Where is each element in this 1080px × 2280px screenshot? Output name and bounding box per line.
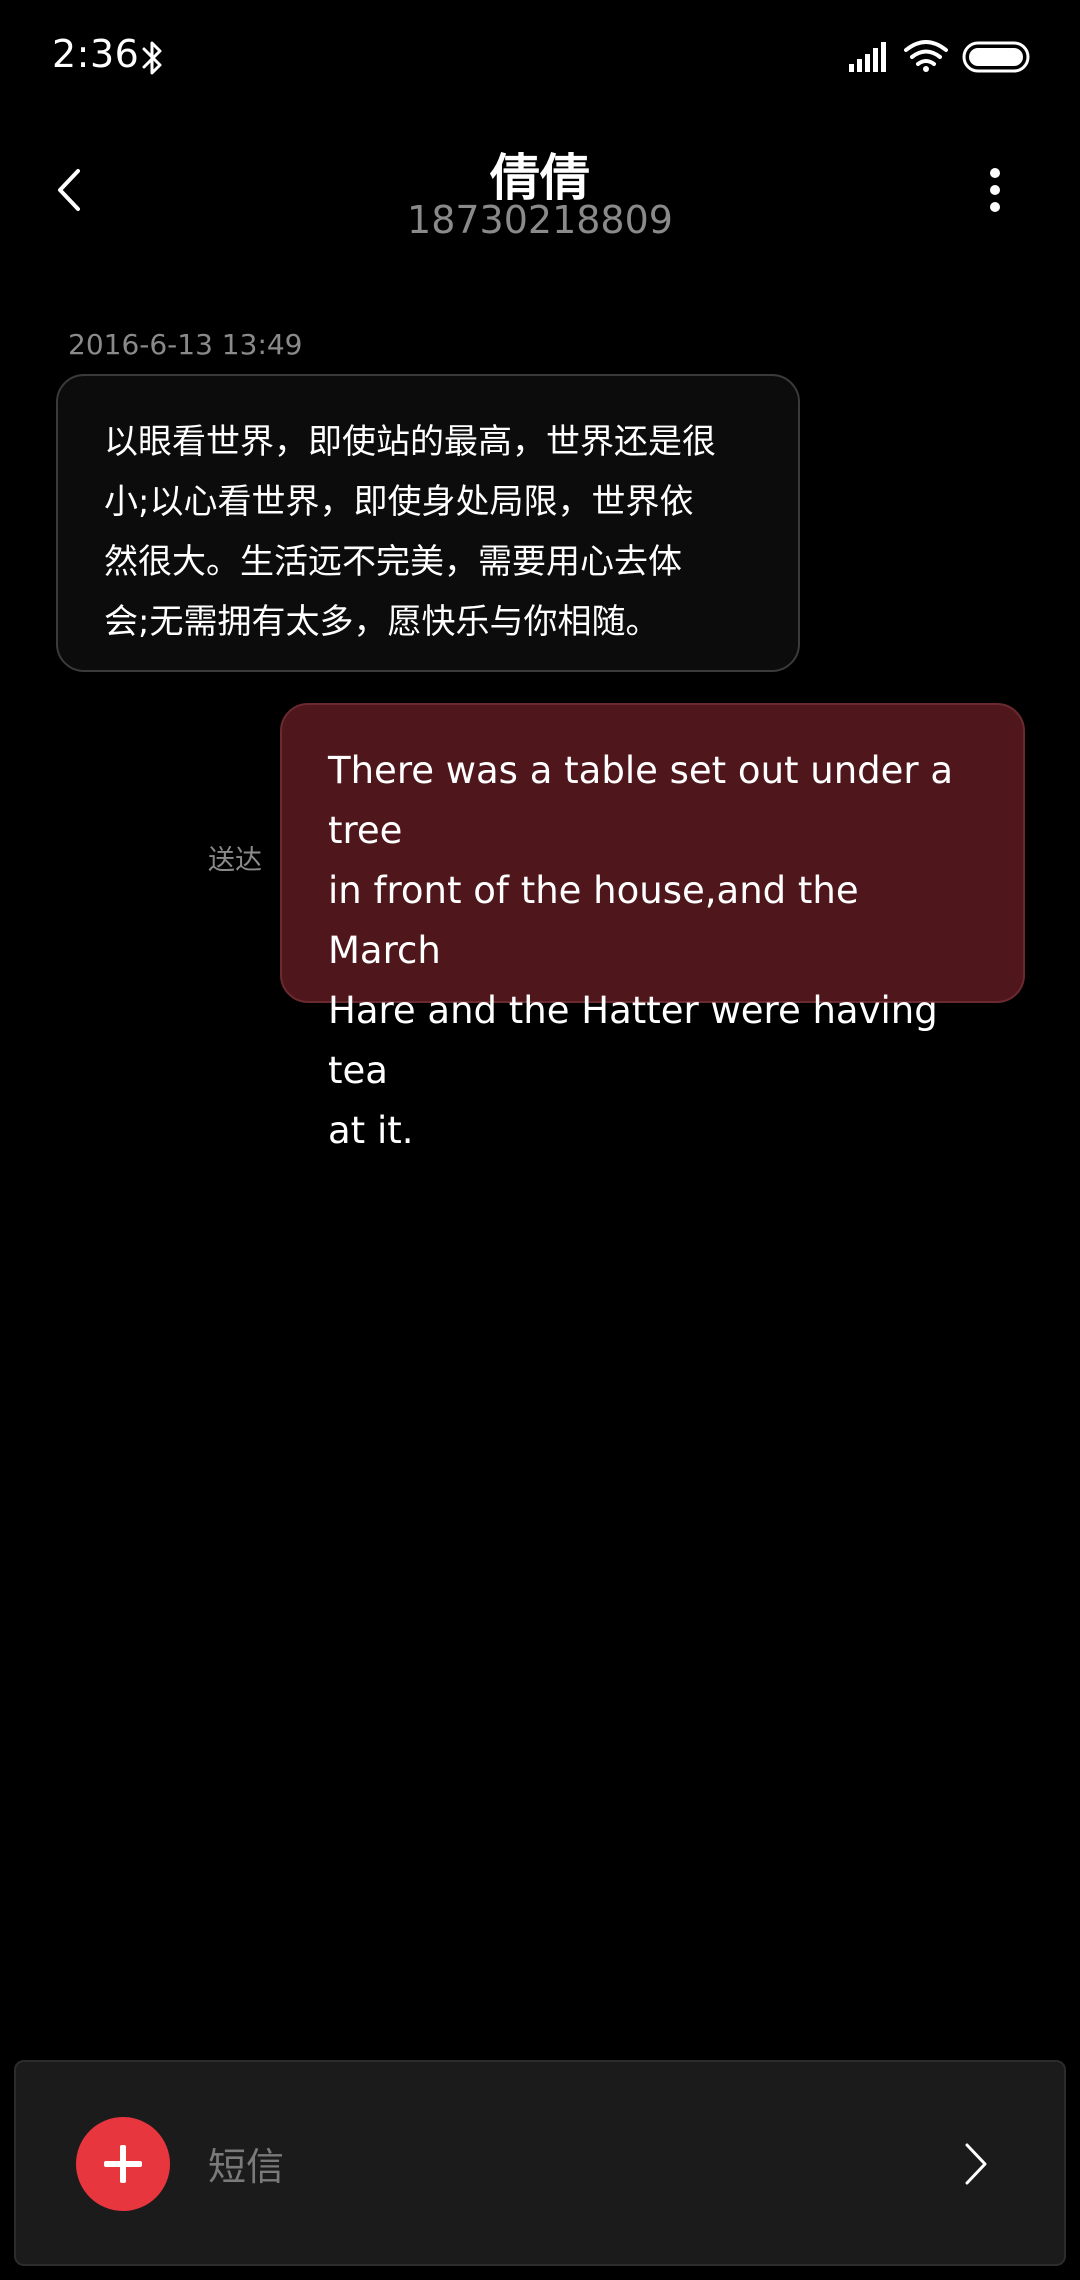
add-attachment-button[interactable]: [76, 2117, 170, 2211]
plus-icon: [104, 2145, 142, 2183]
message-line: at it.: [328, 1109, 414, 1152]
message-line: 然很大。生活远不完美，需要用心去体: [104, 542, 682, 582]
delivery-status: 送达: [208, 845, 262, 876]
incoming-message-bubble[interactable]: 以眼看世界，即使站的最高，世界还是很 小;以心看世界，即使身处局限，世界依 然很…: [56, 374, 800, 672]
message-input[interactable]: [208, 2132, 888, 2202]
bluetooth-icon: [142, 41, 162, 75]
message-timestamp: 2016-6-13 13:49: [68, 328, 303, 361]
message-line: There was a table set out under a tree: [328, 749, 954, 852]
message-line: 以眼看世界，即使站的最高，世界还是很: [104, 422, 716, 462]
outgoing-message-bubble[interactable]: There was a table set out under a tree i…: [280, 703, 1025, 1152]
conversation-header: 倩倩 18730218809: [0, 118, 1080, 278]
message-composer: [14, 2060, 1066, 2266]
chevron-right-icon: [965, 2143, 987, 2185]
more-vertical-icon: [990, 168, 1000, 212]
wifi-icon: [904, 40, 948, 72]
contact-number: 18730218809: [407, 198, 673, 242]
message-line: 小;以心看世界，即使身处局限，世界依: [104, 482, 694, 522]
more-options-button[interactable]: [970, 158, 1020, 222]
send-button[interactable]: [946, 2122, 1006, 2206]
status-time: 2:36: [52, 32, 140, 76]
message-line: Hare and the Hatter were having tea: [328, 989, 938, 1092]
signal-icon: [849, 42, 886, 72]
messaging-screen: 2:36 倩倩 18730218809 2016-6-13 13:49 以眼看世…: [0, 0, 1080, 2280]
status-bar: 2:36: [0, 0, 1080, 118]
message-line: 会;无需拥有太多，愿快乐与你相随。: [104, 602, 660, 642]
message-line: in front of the house,and the March: [328, 869, 859, 972]
battery-icon: [962, 41, 1030, 73]
